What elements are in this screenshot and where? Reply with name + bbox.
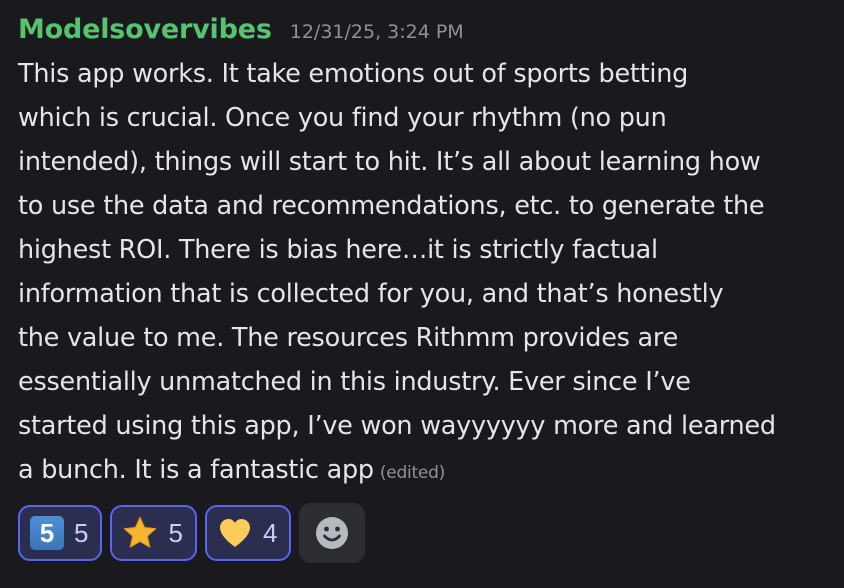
message-line: which is crucial. Once you find your rhy… [18, 103, 667, 133]
message-line-last: a bunch. It is a fantastic app (edited) [18, 448, 828, 495]
message-line: intended), things will start to hit. It’… [18, 147, 761, 177]
message-line: highest ROI. There is bias here…it is st… [18, 235, 658, 265]
message-header: Modelsovervibes 12/31/25, 3:24 PM [18, 14, 828, 52]
message-content: This app works. It take emotions out of … [18, 52, 828, 495]
yellow-heart-icon [219, 519, 250, 547]
keycap-5-icon: 5 [30, 516, 64, 550]
message-line: This app works. It take emotions out of … [18, 59, 689, 89]
reaction-yellow-heart[interactable]: 4 [204, 505, 292, 561]
smiley-icon [316, 517, 349, 549]
reaction-count: 5 [168, 517, 183, 548]
username[interactable]: Modelsovervibes [18, 14, 272, 45]
reaction-star[interactable]: 5 [110, 505, 197, 561]
message-line: to use the data and recommendations, etc… [18, 191, 765, 221]
message-line-text: a bunch. It is a fantastic app [18, 455, 374, 485]
message-line: essentially unmatched in this industry. … [18, 367, 691, 397]
timestamp[interactable]: 12/31/25, 3:24 PM [290, 21, 464, 43]
edited-label[interactable]: (edited) [380, 463, 445, 483]
chat-message: Modelsovervibes 12/31/25, 3:24 PM This a… [18, 14, 828, 563]
add-reaction-button[interactable] [299, 503, 366, 563]
message-line: the value to me. The resources Rithmm pr… [18, 323, 679, 353]
star-icon [124, 516, 157, 548]
message-line: information that is collected for you, a… [18, 279, 724, 309]
reactions-bar: 5 5 5 4 [18, 503, 828, 563]
message-line: started using this app, I’ve won wayyyyy… [18, 411, 776, 441]
reaction-count: 5 [74, 517, 89, 548]
reaction-keycap-5[interactable]: 5 5 [18, 505, 103, 561]
reaction-count: 4 [262, 517, 278, 548]
